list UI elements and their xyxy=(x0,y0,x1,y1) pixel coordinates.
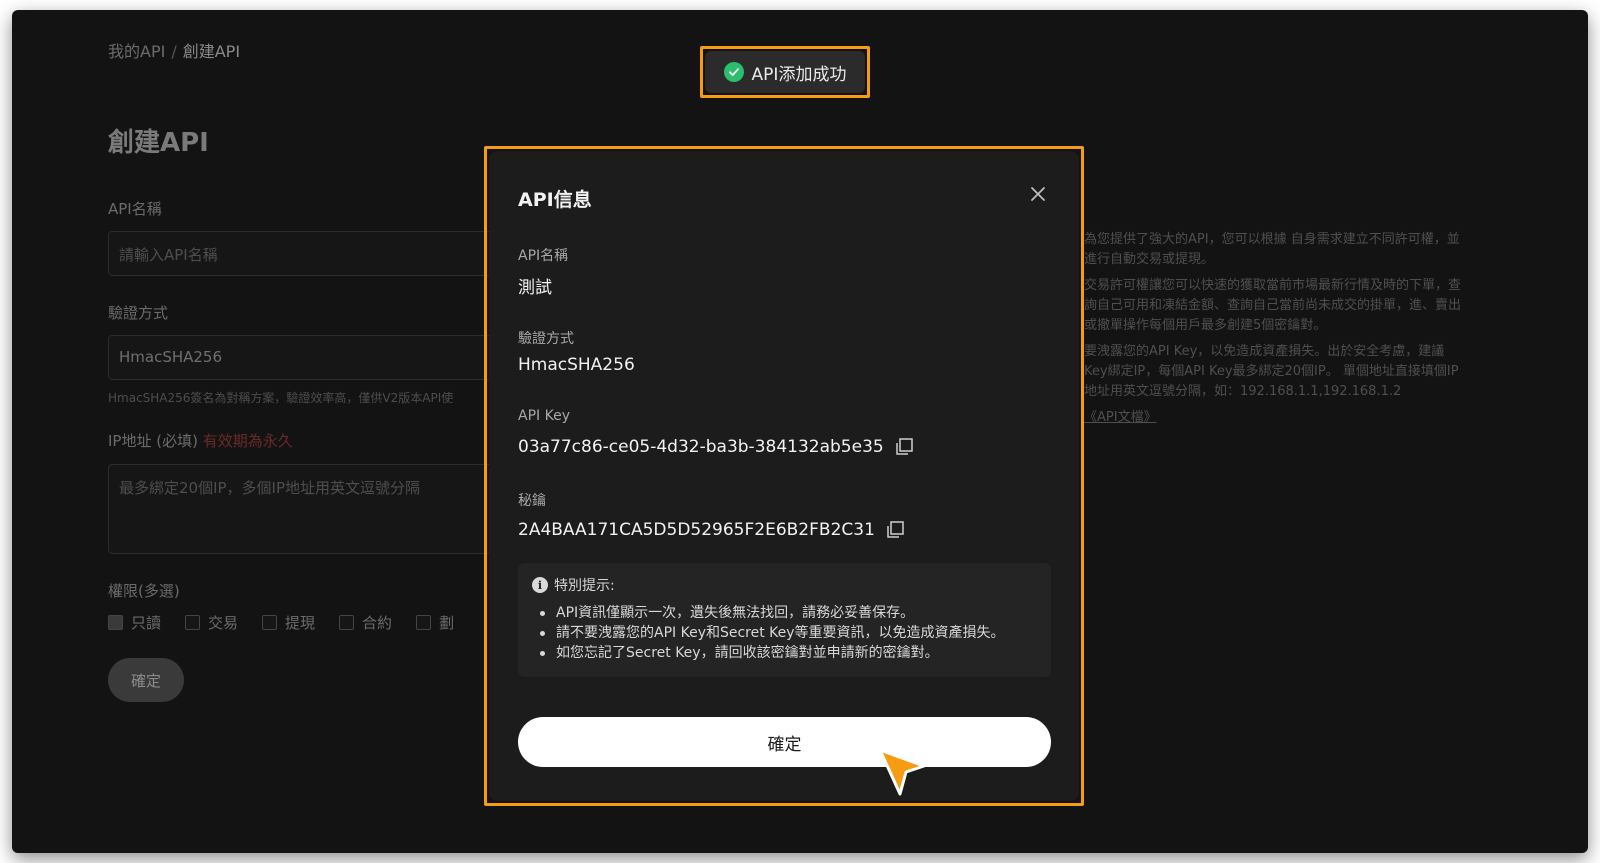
breadcrumb-separator: / xyxy=(171,42,177,61)
modal-title: API信息 xyxy=(518,189,592,211)
permissions-group: 只讀 交易 提現 合約 劃 xyxy=(108,612,454,633)
pointer-arrow-icon xyxy=(878,748,926,796)
permission-trade[interactable]: 交易 xyxy=(185,612,238,633)
ip-address-textarea[interactable]: 最多綁定20個IP，多個IP地址用英文逗號分隔 xyxy=(108,464,528,554)
permission-contract[interactable]: 合約 xyxy=(339,612,392,633)
api-description: 為您提供了強大的API，您可以根據 自身需求建立不同許可權，並進行自動交易或提現… xyxy=(1084,232,1462,425)
list-item: 如您忘記了Secret Key，請回收該密鑰對並申請新的密鑰對。 xyxy=(538,643,1037,663)
permissions-label: 權限(多選) xyxy=(108,582,180,600)
auth-method-select[interactable]: HmacSHA256 xyxy=(108,335,528,380)
permission-withdraw[interactable]: 提現 xyxy=(262,612,315,633)
permission-transfer[interactable]: 劃 xyxy=(416,612,454,633)
checkbox-checked[interactable] xyxy=(108,615,123,630)
checkbox[interactable] xyxy=(262,615,278,630)
api-key-text: 03a77c86-ce05-4d32-ba3b-384132ab5e35 xyxy=(518,437,884,457)
toast-text: API添加成功 xyxy=(751,64,847,85)
field-label-api-name: API名稱 xyxy=(518,248,569,264)
field-value-api-name: 測試 xyxy=(518,278,552,298)
secret-key-text: 2A4BAA171CA5D5D52965F2E6B2FB2C31 xyxy=(518,520,875,540)
check-circle-icon xyxy=(723,62,744,82)
field-label-api-key: API Key xyxy=(518,408,570,424)
ip-address-label: IP地址 (必填) 有效期為永久 xyxy=(108,430,293,451)
success-toast: API添加成功 xyxy=(705,51,865,93)
copy-api-key-icon[interactable] xyxy=(894,437,914,457)
ip-label-text: IP地址 (必填) xyxy=(108,432,198,450)
api-info-modal: API信息 API名稱 測試 驗證方式 HmacSHA256 API Key 0… xyxy=(489,151,1079,801)
permission-readonly[interactable]: 只讀 xyxy=(108,612,161,633)
breadcrumb-current: 創建API xyxy=(182,42,241,61)
auth-method-hint: HmacSHA256簽名為對稱方案，驗證效率高，僅供V2版本API使 xyxy=(108,391,454,405)
info-icon: i xyxy=(532,577,548,593)
page-title: 創建API xyxy=(108,128,209,158)
ip-validity-note: 有效期為永久 xyxy=(202,432,293,450)
api-name-input[interactable]: 請輸入API名稱 xyxy=(108,231,528,276)
breadcrumb-parent[interactable]: 我的API xyxy=(108,42,165,61)
api-name-label: API名稱 xyxy=(108,200,162,218)
notice-list: API資訊僅顯示一次，遺失後無法找回，請務必妥善保存。 請不要洩露您的API K… xyxy=(532,603,1037,663)
close-icon[interactable] xyxy=(1027,183,1049,205)
breadcrumb: 我的API / 創建API xyxy=(108,38,240,62)
field-value-auth-method: HmacSHA256 xyxy=(518,355,635,375)
auth-method-label: 驗證方式 xyxy=(108,304,169,322)
checkbox[interactable] xyxy=(185,615,201,630)
copy-secret-icon[interactable] xyxy=(885,520,905,540)
field-value-api-key: 03a77c86-ce05-4d32-ba3b-384132ab5e35 xyxy=(518,437,914,457)
app-window: 我的API / 創建API 創建API API名稱 請輸入API名稱 驗證方式 Hm… xyxy=(12,10,1588,853)
field-label-secret: 秘鑰 xyxy=(518,493,546,509)
api-docs-link[interactable]: 《API文檔》 xyxy=(1084,410,1157,425)
field-label-auth-method: 驗證方式 xyxy=(518,331,574,347)
field-value-secret: 2A4BAA171CA5D5D52965F2E6B2FB2C31 xyxy=(518,520,905,540)
list-item: 請不要洩露您的API Key和Secret Key等重要資訊，以免造成資產損失。 xyxy=(538,623,1037,643)
special-notice-box: i 特別提示: API資訊僅顯示一次，遺失後無法找回，請務必妥善保存。 請不要洩… xyxy=(518,563,1051,677)
modal-confirm-button[interactable]: 確定 xyxy=(518,717,1051,767)
list-item: API資訊僅顯示一次，遺失後無法找回，請務必妥善保存。 xyxy=(538,603,1037,623)
page-confirm-button[interactable]: 確定 xyxy=(108,658,184,702)
checkbox[interactable] xyxy=(416,615,432,630)
checkbox[interactable] xyxy=(339,615,355,630)
notice-title: 特別提示: xyxy=(554,578,615,594)
